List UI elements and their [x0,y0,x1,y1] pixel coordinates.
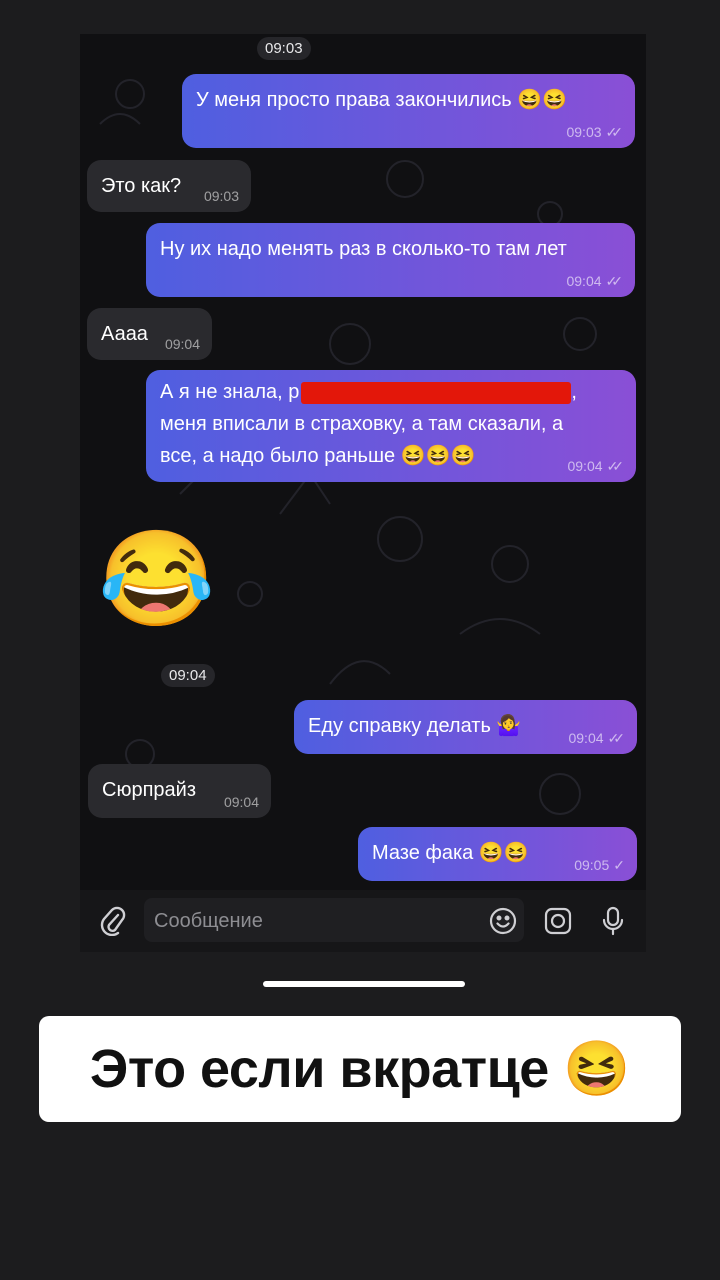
message-text: Еду справку делать 🤷‍♀️ [308,715,522,737]
message-time: 09:03 [566,124,602,140]
laughing-sticker[interactable]: 😂 [98,524,215,634]
caption-text: Это если вкратце 😆 [89,1038,631,1099]
message-text: Аааа [101,323,148,345]
message-time: 09:04 [567,458,603,474]
message-text: меня вписали в страховку, а там сказали,… [160,413,564,435]
message-time: 09:04 [568,730,604,746]
read-ticks-icon: ✓✓ [605,273,624,289]
message-text: все, а надо было раньше 😆😆😆 [160,445,476,467]
emoji-icon[interactable] [486,904,520,938]
message-bubble-out[interactable]: А я не знала, р, меня вписали в страховк… [146,370,636,482]
message-time: 09:03 [203,188,239,204]
message-bubble-out[interactable]: Еду справку делать 🤷‍♀️ 09:04 ✓✓ [294,700,637,754]
camera-icon[interactable] [541,904,575,938]
message-time: 09:04 [566,273,602,289]
message-bubble-in[interactable]: Аааа 09:04 [87,308,212,360]
read-tick-icon: ✓ [613,857,625,873]
read-ticks-icon: ✓✓ [607,730,626,746]
message-time: 09:05 [574,857,610,873]
message-text: Ну их надо менять раз в сколько-то там л… [160,238,567,260]
message-time: 09:04 [164,336,200,352]
message-text: У меня просто права закончились 😆😆 [196,89,568,111]
date-pill: 09:03 [257,37,311,60]
message-bubble-out[interactable]: У меня просто права закончились 😆😆 09:03… [182,74,635,148]
message-text: Сюрпрайз [102,779,196,801]
message-text: , [571,381,577,403]
message-input-bar: Сообщение [80,890,646,952]
mic-icon[interactable] [596,904,630,938]
read-ticks-icon: ✓✓ [606,458,625,474]
message-text: А я не знала, р [160,381,300,403]
story-caption: Это если вкратце 😆 [39,1016,681,1122]
message-placeholder: Сообщение [154,910,263,932]
redaction-bar [301,381,572,404]
message-bubble-out[interactable]: Мазе фака 😆😆 09:05 ✓ [358,827,637,881]
sticker-time: 09:04 [161,664,215,687]
message-bubble-in[interactable]: Это как? 09:03 [87,160,251,212]
message-bubble-in[interactable]: Сюрпрайз 09:04 [88,764,271,818]
attach-icon[interactable] [96,904,130,938]
message-text: Это как? [101,175,182,197]
message-time: 09:04 [223,794,259,810]
home-indicator [263,981,465,987]
read-ticks-icon: ✓✓ [605,124,624,140]
message-text: Мазе фака 😆😆 [372,842,529,864]
message-bubble-out[interactable]: Ну их надо менять раз в сколько-то там л… [146,223,635,297]
chat-area[interactable]: 09:03 У меня просто права закончились 😆😆… [80,34,646,890]
message-input[interactable]: Сообщение [144,898,524,942]
